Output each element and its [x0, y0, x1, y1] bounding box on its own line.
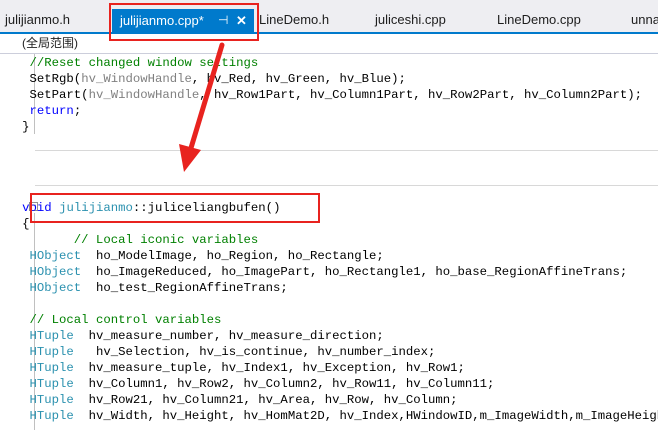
tab-julijianmo-h[interactable]: julijianmo.h	[5, 9, 70, 31]
code-token: hv_measure_tuple, hv_Index1, hv_Exceptio…	[73, 361, 465, 375]
code-line[interactable]: }	[0, 119, 658, 135]
code-line[interactable]: HObject ho_ImageReduced, ho_ImagePart, h…	[0, 264, 658, 280]
code-line[interactable]: HObject ho_ModelImage, ho_Region, ho_Rec…	[0, 248, 658, 264]
code-line[interactable]: return;	[0, 103, 658, 119]
code-class-name: julijianmo	[59, 201, 133, 215]
tab-linedemo-h[interactable]: LineDemo.h	[259, 9, 329, 31]
code-line[interactable]: HTuple hv_measure_tuple, hv_Index1, hv_E…	[0, 360, 658, 376]
tab-linedemo-cpp[interactable]: LineDemo.cpp	[497, 9, 581, 31]
code-line[interactable]: HTuple hv_Column1, hv_Row2, hv_Column2, …	[0, 376, 658, 392]
code-type: HTuple	[29, 377, 74, 391]
code-token: {	[22, 217, 30, 231]
code-token: hv_Selection, hv_is_continue, hv_number_…	[73, 345, 436, 359]
code-keyword: void	[22, 201, 52, 215]
code-function-name: ::juliceliangbufen()	[132, 201, 281, 215]
code-type: HTuple	[29, 345, 74, 359]
code-line[interactable]: //Reset changed window settings	[0, 55, 658, 71]
code-token: }	[22, 120, 30, 134]
code-type: HTuple	[29, 393, 74, 407]
tab-julijianmo-cpp[interactable]: julijianmo.cpp* ⊣ ✕	[112, 9, 254, 32]
scope-dropdown[interactable]: (全局范围)	[22, 36, 78, 51]
code-token: , hv_Row1Part, hv_Column1Part, hv_Row2Pa…	[199, 88, 643, 102]
code-line[interactable]: SetRgb(hv_WindowHandle, hv_Red, hv_Green…	[0, 71, 658, 87]
code-token: SetPart(	[29, 88, 89, 102]
code-token: hv_WindowHandle	[81, 72, 192, 86]
code-line[interactable]: {	[0, 216, 658, 232]
code-type: HTuple	[29, 409, 74, 423]
scope-bar: (全局范围)	[0, 34, 658, 54]
code-type: HTuple	[29, 329, 74, 343]
function-separator	[35, 185, 658, 186]
code-line[interactable]: // Local control variables	[0, 312, 658, 328]
code-comment: // Local iconic variables	[73, 233, 259, 247]
tab-unnamed[interactable]: unna	[631, 9, 658, 31]
code-token: , hv_Red, hv_Green, hv_Blue);	[191, 72, 406, 86]
code-line-function-signature[interactable]: void julijianmo::juliceliangbufen()	[0, 200, 658, 216]
close-icon[interactable]: ✕	[236, 9, 247, 32]
document-tab-strip: julijianmo.h julijianmo.cpp* ⊣ ✕ LineDem…	[0, 0, 658, 34]
code-type: HTuple	[29, 361, 74, 375]
code-token: ;	[73, 104, 82, 118]
tab-label: julijianmo.cpp*	[120, 13, 204, 28]
code-type: HObject	[29, 249, 82, 263]
code-line[interactable]: HObject ho_test_RegionAffineTrans;	[0, 280, 658, 296]
code-token: hv_measure_number, hv_measure_direction;	[73, 329, 384, 343]
code-token: hv_Width, hv_Height, hv_HomMat2D, hv_Ind…	[73, 409, 658, 423]
code-token: hv_Column1, hv_Row2, hv_Column2, hv_Row1…	[73, 377, 495, 391]
code-token: ho_test_RegionAffineTrans;	[81, 281, 288, 295]
code-line[interactable]: SetPart(hv_WindowHandle, hv_Row1Part, hv…	[0, 87, 658, 103]
code-line[interactable]: HTuple hv_Row21, hv_Column21, hv_Area, h…	[0, 392, 658, 408]
code-keyword: return	[29, 104, 74, 118]
code-line[interactable]: HTuple hv_Selection, hv_is_continue, hv_…	[0, 344, 658, 360]
pin-icon[interactable]: ⊣	[218, 9, 228, 32]
code-token: ho_ModelImage, ho_Region, ho_Rectangle;	[81, 249, 384, 263]
code-type: HObject	[29, 265, 82, 279]
code-token: SetRgb(	[29, 72, 82, 86]
code-token: hv_WindowHandle	[88, 88, 200, 102]
code-type: HObject	[29, 281, 82, 295]
code-comment: //Reset changed window settings	[29, 56, 259, 70]
code-line[interactable]: HTuple hv_Width, hv_Height, hv_HomMat2D,…	[0, 408, 658, 424]
code-comment: // Local control variables	[29, 313, 222, 327]
function-separator	[35, 150, 658, 151]
tab-juliceshi-cpp[interactable]: juliceshi.cpp	[375, 9, 446, 31]
code-token: ho_ImageReduced, ho_ImagePart, ho_Rectan…	[81, 265, 628, 279]
code-line[interactable]: // Local iconic variables	[0, 232, 658, 248]
code-token: hv_Row21, hv_Column21, hv_Area, hv_Row, …	[73, 393, 458, 407]
code-line[interactable]: HTuple hv_measure_number, hv_measure_dir…	[0, 328, 658, 344]
